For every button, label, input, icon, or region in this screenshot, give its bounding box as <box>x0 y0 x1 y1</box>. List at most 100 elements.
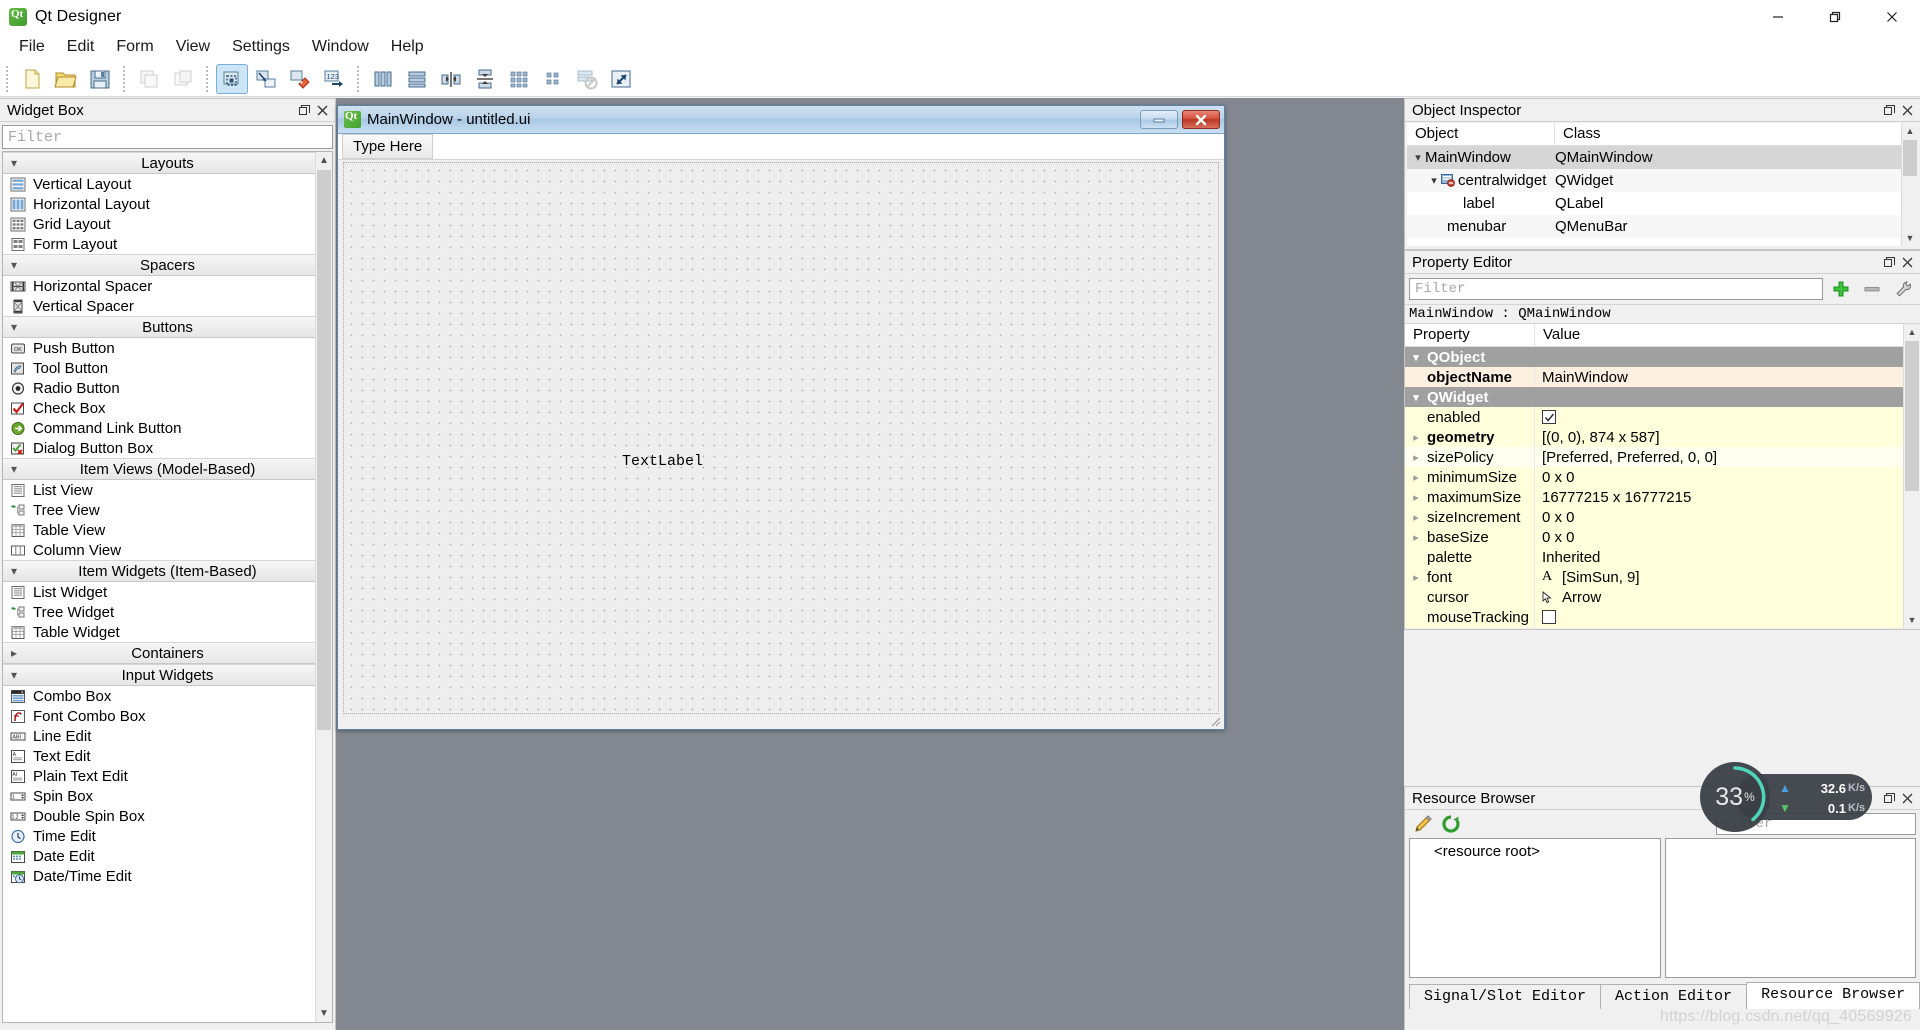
widget-item-plain-text-edit[interactable]: AI Plain Text Edit <box>3 766 332 786</box>
widget-item-vertical-layout[interactable]: Vertical Layout <box>3 174 332 194</box>
chevron-right-icon[interactable]: ▸ <box>1405 531 1427 544</box>
widget-item-list-view[interactable]: List View <box>3 480 332 500</box>
object-inspector-row-centralwidget[interactable]: ▾ centralwidget QWidget <box>1407 169 1918 192</box>
property-value[interactable]: 0 x 0 <box>1535 469 1920 486</box>
widget-item-tree-widget[interactable]: Tree Widget <box>3 602 332 622</box>
layout-horizontally-button[interactable] <box>367 64 399 94</box>
property-value[interactable]: [SimSun, 9] <box>1562 569 1640 586</box>
edit-resources-button[interactable] <box>1409 812 1437 836</box>
toolbar-edit-handle[interactable] <box>120 66 129 92</box>
reload-resources-button[interactable] <box>1437 812 1465 836</box>
widget-item-horizontal-layout[interactable]: Horizontal Layout <box>3 194 332 214</box>
property-row-mousetracking[interactable]: mouseTracking <box>1405 607 1920 627</box>
layout-splitter-h-button[interactable] <box>435 64 467 94</box>
scroll-up-icon[interactable]: ▲ <box>316 152 332 169</box>
property-row-enabled[interactable]: enabled <box>1405 407 1920 427</box>
open-form-button[interactable] <box>50 64 82 94</box>
widget-item-tool-button[interactable]: Tool Button <box>3 358 332 378</box>
resource-tree-pane[interactable]: <resource root> <box>1409 838 1661 978</box>
menu-edit[interactable]: Edit <box>56 35 106 59</box>
edit-buddies-button[interactable] <box>284 64 316 94</box>
tab-resource-browser[interactable]: Resource Browser <box>1746 982 1920 1009</box>
form-menu-type-here[interactable]: Type Here <box>342 134 433 159</box>
widget-group-item-views[interactable]: ▾ Item Views (Model-Based) <box>3 458 332 480</box>
widget-item-combo-box[interactable]: Combo Box <box>3 686 332 706</box>
widget-item-text-edit[interactable]: A Text Edit <box>3 746 332 766</box>
object-inspector-float-button[interactable] <box>1880 101 1898 119</box>
widget-item-radio-button[interactable]: Radio Button <box>3 378 332 398</box>
add-property-button[interactable] <box>1828 277 1854 301</box>
widget-item-list-widget[interactable]: List Widget <box>3 582 332 602</box>
property-row-cursor[interactable]: cursor Arrow <box>1405 587 1920 607</box>
widget-box-float-button[interactable] <box>295 101 313 119</box>
toolbar-drag-handle[interactable] <box>3 66 12 92</box>
tab-signal-slot-editor[interactable]: Signal/Slot Editor <box>1409 984 1601 1009</box>
property-row-objectname[interactable]: objectName MainWindow <box>1405 367 1920 387</box>
widget-item-dialog-button-box[interactable]: Dialog Button Box <box>3 438 332 458</box>
property-value[interactable]: 0 x 0 <box>1535 509 1920 526</box>
property-row-palette[interactable]: palette Inherited <box>1405 547 1920 567</box>
layout-vertically-button[interactable] <box>401 64 433 94</box>
widget-item-table-widget[interactable]: Table Widget <box>3 622 332 642</box>
break-layout-button[interactable] <box>571 64 603 94</box>
layout-form-button[interactable] <box>537 64 569 94</box>
scroll-thumb[interactable] <box>317 170 331 730</box>
widget-item-line-edit[interactable]: ABI Line Edit <box>3 726 332 746</box>
resource-browser-close-button[interactable] <box>1898 789 1916 807</box>
property-group-qobject[interactable]: ▾ QObject <box>1405 347 1920 367</box>
close-button[interactable] <box>1863 0 1920 33</box>
widget-item-horizontal-spacer[interactable]: Horizontal Spacer <box>3 276 332 296</box>
widget-item-time-edit[interactable]: Time Edit <box>3 826 332 846</box>
widget-item-tree-view[interactable]: Tree View <box>3 500 332 520</box>
edit-tab-order-button[interactable]: 123 <box>318 64 350 94</box>
property-group-qwidget[interactable]: ▾ QWidget <box>1405 387 1920 407</box>
property-row-minimumsize[interactable]: ▸ minimumSize 0 x 0 <box>1405 467 1920 487</box>
form-minimize-button[interactable] <box>1140 110 1178 129</box>
widget-item-push-button[interactable]: OK Push Button <box>3 338 332 358</box>
widget-item-form-layout[interactable]: Form Layout <box>3 234 332 254</box>
remove-property-button[interactable] <box>1859 277 1885 301</box>
toolbar-layout-handle[interactable] <box>354 66 363 92</box>
object-inspector-row-mainwindow[interactable]: ▾ MainWindow QMainWindow <box>1407 146 1918 169</box>
property-row-tablettracking[interactable]: tabletTracking <box>1405 627 1920 628</box>
new-form-button[interactable] <box>16 64 48 94</box>
widget-item-vertical-spacer[interactable]: Vertical Spacer <box>3 296 332 316</box>
mousetracking-checkbox[interactable] <box>1542 610 1556 624</box>
adjust-size-button[interactable] <box>605 64 637 94</box>
scroll-down-icon[interactable]: ▼ <box>1904 612 1920 628</box>
property-row-basesize[interactable]: ▸ baseSize 0 x 0 <box>1405 527 1920 547</box>
scroll-thumb[interactable] <box>1903 140 1917 176</box>
menu-file[interactable]: File <box>8 35 56 59</box>
chevron-down-icon[interactable]: ▾ <box>1405 351 1427 364</box>
property-row-font[interactable]: ▸ font A [SimSun, 9] <box>1405 567 1920 587</box>
chevron-down-icon[interactable]: ▾ <box>1405 391 1427 404</box>
scroll-up-icon[interactable]: ▲ <box>1902 123 1918 139</box>
column-class[interactable]: Class <box>1555 123 1918 145</box>
column-property[interactable]: Property <box>1405 324 1535 346</box>
configure-property-button[interactable] <box>1890 277 1916 301</box>
form-text-label[interactable]: TextLabel <box>622 453 703 470</box>
resource-root-item[interactable]: <resource root> <box>1410 843 1660 860</box>
property-value[interactable]: 16777215 x 16777215 <box>1535 489 1920 506</box>
widget-item-column-view[interactable]: Column View <box>3 540 332 560</box>
object-inspector-row-label[interactable]: label QLabel <box>1407 192 1918 215</box>
menu-window[interactable]: Window <box>301 35 380 59</box>
resource-preview-pane[interactable] <box>1665 838 1917 978</box>
property-value[interactable]: 0 x 0 <box>1535 529 1920 546</box>
property-editor-scrollbar[interactable]: ▲ ▼ <box>1903 324 1920 628</box>
chevron-right-icon[interactable]: ▸ <box>1405 451 1427 464</box>
chevron-down-icon[interactable]: ▾ <box>1411 151 1425 164</box>
widget-group-buttons[interactable]: ▾ Buttons <box>3 316 332 338</box>
property-value[interactable]: [(0, 0), 874 x 587] <box>1535 429 1920 446</box>
maximize-button[interactable] <box>1806 0 1863 33</box>
widget-item-command-link-button[interactable]: Command Link Button <box>3 418 332 438</box>
widget-box-close-button[interactable] <box>313 101 331 119</box>
object-inspector-row-menubar[interactable]: menubar QMenuBar <box>1407 215 1918 238</box>
property-editor-float-button[interactable] <box>1880 253 1898 271</box>
edit-widgets-button[interactable] <box>216 64 248 94</box>
scroll-thumb[interactable] <box>1905 341 1919 491</box>
widget-group-input-widgets[interactable]: ▾ Input Widgets <box>3 664 332 686</box>
layout-splitter-v-button[interactable] <box>469 64 501 94</box>
widget-group-layouts[interactable]: ▾ Layouts <box>3 152 332 174</box>
chevron-right-icon[interactable]: ▸ <box>1405 491 1427 504</box>
